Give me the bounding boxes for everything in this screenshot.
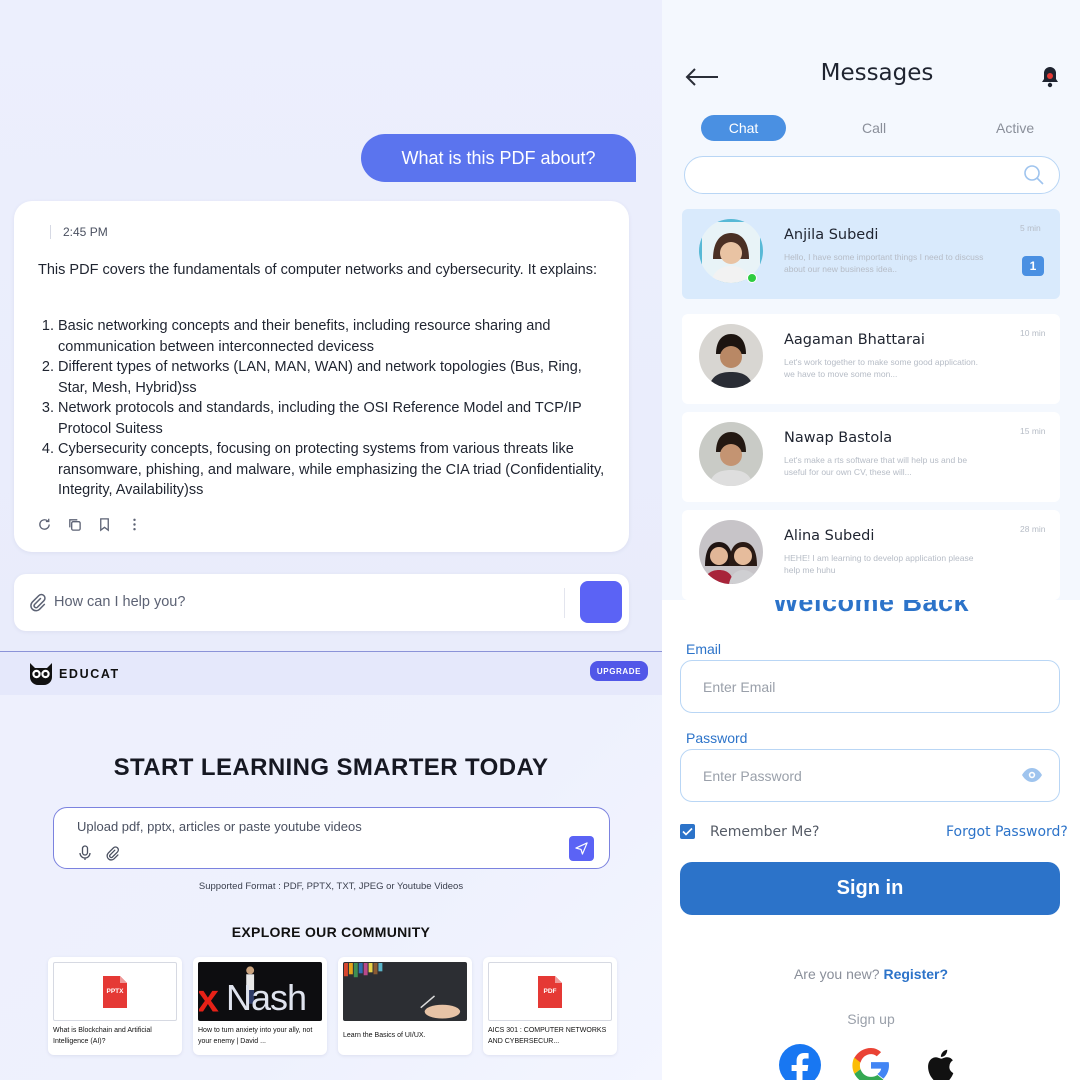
register-link[interactable]: Register? [883, 966, 948, 982]
hero-title: START LEARNING SMARTER TODAY [113, 754, 549, 781]
card-title: What is Blockchain and Artificial Intell… [53, 1027, 152, 1045]
video-thumbnail: x Nash [198, 962, 322, 1021]
contact-name: Anjila Subedi [784, 227, 879, 243]
register-prompt: Are you new? Register? [662, 966, 1080, 982]
upload-input[interactable]: Upload pdf, pptx, articles or paste yout… [77, 819, 362, 834]
sign-in-button[interactable]: Sign in [680, 862, 1060, 915]
attach-icon[interactable] [104, 845, 120, 866]
attach-icon[interactable] [28, 592, 46, 617]
email-field[interactable]: Enter Email [680, 660, 1060, 713]
contact-preview: HEHE! I am learning to develop applicati… [784, 553, 974, 575]
response-intro: This PDF covers the fundamentals of comp… [38, 262, 598, 278]
remember-me-checkbox[interactable] [680, 824, 695, 839]
chat-input-bar: How can I help you? [14, 574, 629, 631]
online-status-dot [747, 273, 757, 283]
response-list: Basic networking concepts and their bene… [58, 316, 608, 501]
user-message-bubble: What is this PDF about? [361, 134, 636, 182]
tab-call[interactable]: Call [862, 120, 886, 136]
response-actions [36, 516, 142, 532]
community-card[interactable]: PDF AICS 301 : COMPUTER NETWORKS AND CYB… [483, 957, 617, 1055]
password-placeholder: Enter Password [703, 768, 802, 784]
upgrade-button[interactable]: UPGRADE [590, 661, 648, 681]
contact-item[interactable]: Nawap Bastola Let's make a rts software … [682, 412, 1060, 502]
community-cards: PPTX What is Blockchain and Artificial I… [48, 957, 617, 1055]
contact-item[interactable]: Aagaman Bhattarai Let's work together to… [682, 314, 1060, 404]
community-card[interactable]: Learn the Basics of UI/UX. [338, 957, 472, 1055]
community-title: EXPLORE OUR COMMUNITY [231, 924, 431, 940]
eye-icon[interactable] [1021, 767, 1043, 788]
avatar [699, 422, 763, 486]
contact-time: 10 min [1020, 328, 1046, 338]
assistant-response-card: 2:45 PM This PDF covers the fundamentals… [14, 201, 629, 552]
microphone-icon[interactable] [78, 845, 92, 866]
owl-logo-icon [28, 661, 54, 685]
list-item: Basic networking concepts and their bene… [58, 316, 608, 357]
educat-header: EDUCAT UPGRADE [0, 652, 662, 695]
card-thumbnail: PDF [488, 962, 612, 1021]
search-icon[interactable] [1023, 164, 1045, 191]
chat-input[interactable]: How can I help you? [54, 594, 185, 610]
unread-badge: 1 [1022, 256, 1044, 276]
bell-icon[interactable] [1040, 65, 1060, 94]
divider [564, 588, 565, 618]
messages-title: Messages [820, 60, 934, 86]
google-icon[interactable] [850, 1044, 892, 1080]
forgot-password-link[interactable]: Forgot Password? [946, 824, 1068, 840]
svg-text:x: x [199, 977, 219, 1021]
contact-search-input[interactable] [684, 156, 1060, 194]
bookmark-icon[interactable] [96, 516, 112, 532]
password-label: Password [686, 730, 748, 746]
educat-panel: EDUCAT UPGRADE START LEARNING SMARTER TO… [0, 651, 662, 1080]
brand-name: EDUCAT [59, 667, 120, 681]
tab-chat[interactable]: Chat [701, 115, 786, 141]
refresh-icon[interactable] [36, 516, 52, 532]
card-thumbnail: PPTX [53, 962, 177, 1021]
facebook-icon[interactable] [779, 1044, 821, 1080]
sign-up-label: Sign up [847, 1011, 895, 1027]
image-thumbnail [343, 962, 467, 1021]
list-item: Different types of networks (LAN, MAN, W… [58, 357, 608, 398]
avatar [699, 324, 763, 388]
contact-time: 28 min [1020, 524, 1046, 534]
messages-panel: Messages Chat Call Active Anjila Subedi … [662, 0, 1080, 600]
send-button[interactable] [580, 581, 622, 623]
email-label: Email [686, 641, 722, 657]
supported-formats: Supported Format : PDF, PPTX, TXT, JPEG … [198, 881, 464, 892]
contact-item[interactable]: Anjila Subedi Hello, I have some importa… [682, 209, 1060, 299]
contact-name: Aagaman Bhattarai [784, 332, 925, 348]
contact-time: 15 min [1020, 426, 1046, 436]
contact-item[interactable]: Alina Subedi HEHE! I am learning to deve… [682, 510, 1060, 600]
login-panel: Welcome Back Email Enter Email Password … [662, 600, 1080, 1080]
password-field[interactable]: Enter Password [680, 749, 1060, 802]
pptx-file-icon: PPTX [103, 975, 127, 1008]
card-title: How to turn anxiety into your ally, not … [198, 1027, 313, 1045]
welcome-heading: Welcome Back [772, 600, 970, 617]
more-icon[interactable] [126, 516, 142, 532]
upload-input-box[interactable]: Upload pdf, pptx, articles or paste yout… [53, 807, 610, 869]
email-placeholder: Enter Email [703, 679, 776, 695]
contact-time: 5 min [1020, 223, 1041, 233]
new-user-text: Are you new? [793, 966, 880, 982]
contact-name: Alina Subedi [784, 528, 875, 544]
apple-icon[interactable] [921, 1044, 963, 1080]
contact-name: Nawap Bastola [784, 430, 893, 446]
contact-preview: Let's make a rts software that will help… [784, 455, 968, 477]
remember-me-label: Remember Me? [710, 824, 820, 840]
upload-send-button[interactable] [569, 836, 594, 861]
list-item: Cybersecurity concepts, focusing on prot… [58, 439, 608, 501]
contact-preview: Hello, I have some important things I ne… [784, 252, 984, 274]
copy-icon[interactable] [66, 516, 82, 532]
avatar [699, 520, 763, 584]
card-title: AICS 301 : COMPUTER NETWORKS AND CYBERSE… [488, 1027, 607, 1045]
chat-panel: What is this PDF about? 2:45 PM This PDF… [0, 0, 662, 651]
pdf-file-icon: PDF [538, 975, 562, 1008]
card-title: Learn the Basics of UI/UX. [343, 1032, 426, 1039]
list-item: Network protocols and standards, includi… [58, 398, 608, 439]
thumbnail-text: Nash [226, 977, 307, 1018]
community-card[interactable]: x Nash How to turn anxiety into your all… [193, 957, 327, 1055]
tab-active[interactable]: Active [996, 120, 1034, 136]
contact-preview: Let's work together to make some good ap… [784, 357, 978, 379]
response-timestamp: 2:45 PM [50, 225, 108, 239]
community-card[interactable]: PPTX What is Blockchain and Artificial I… [48, 957, 182, 1055]
